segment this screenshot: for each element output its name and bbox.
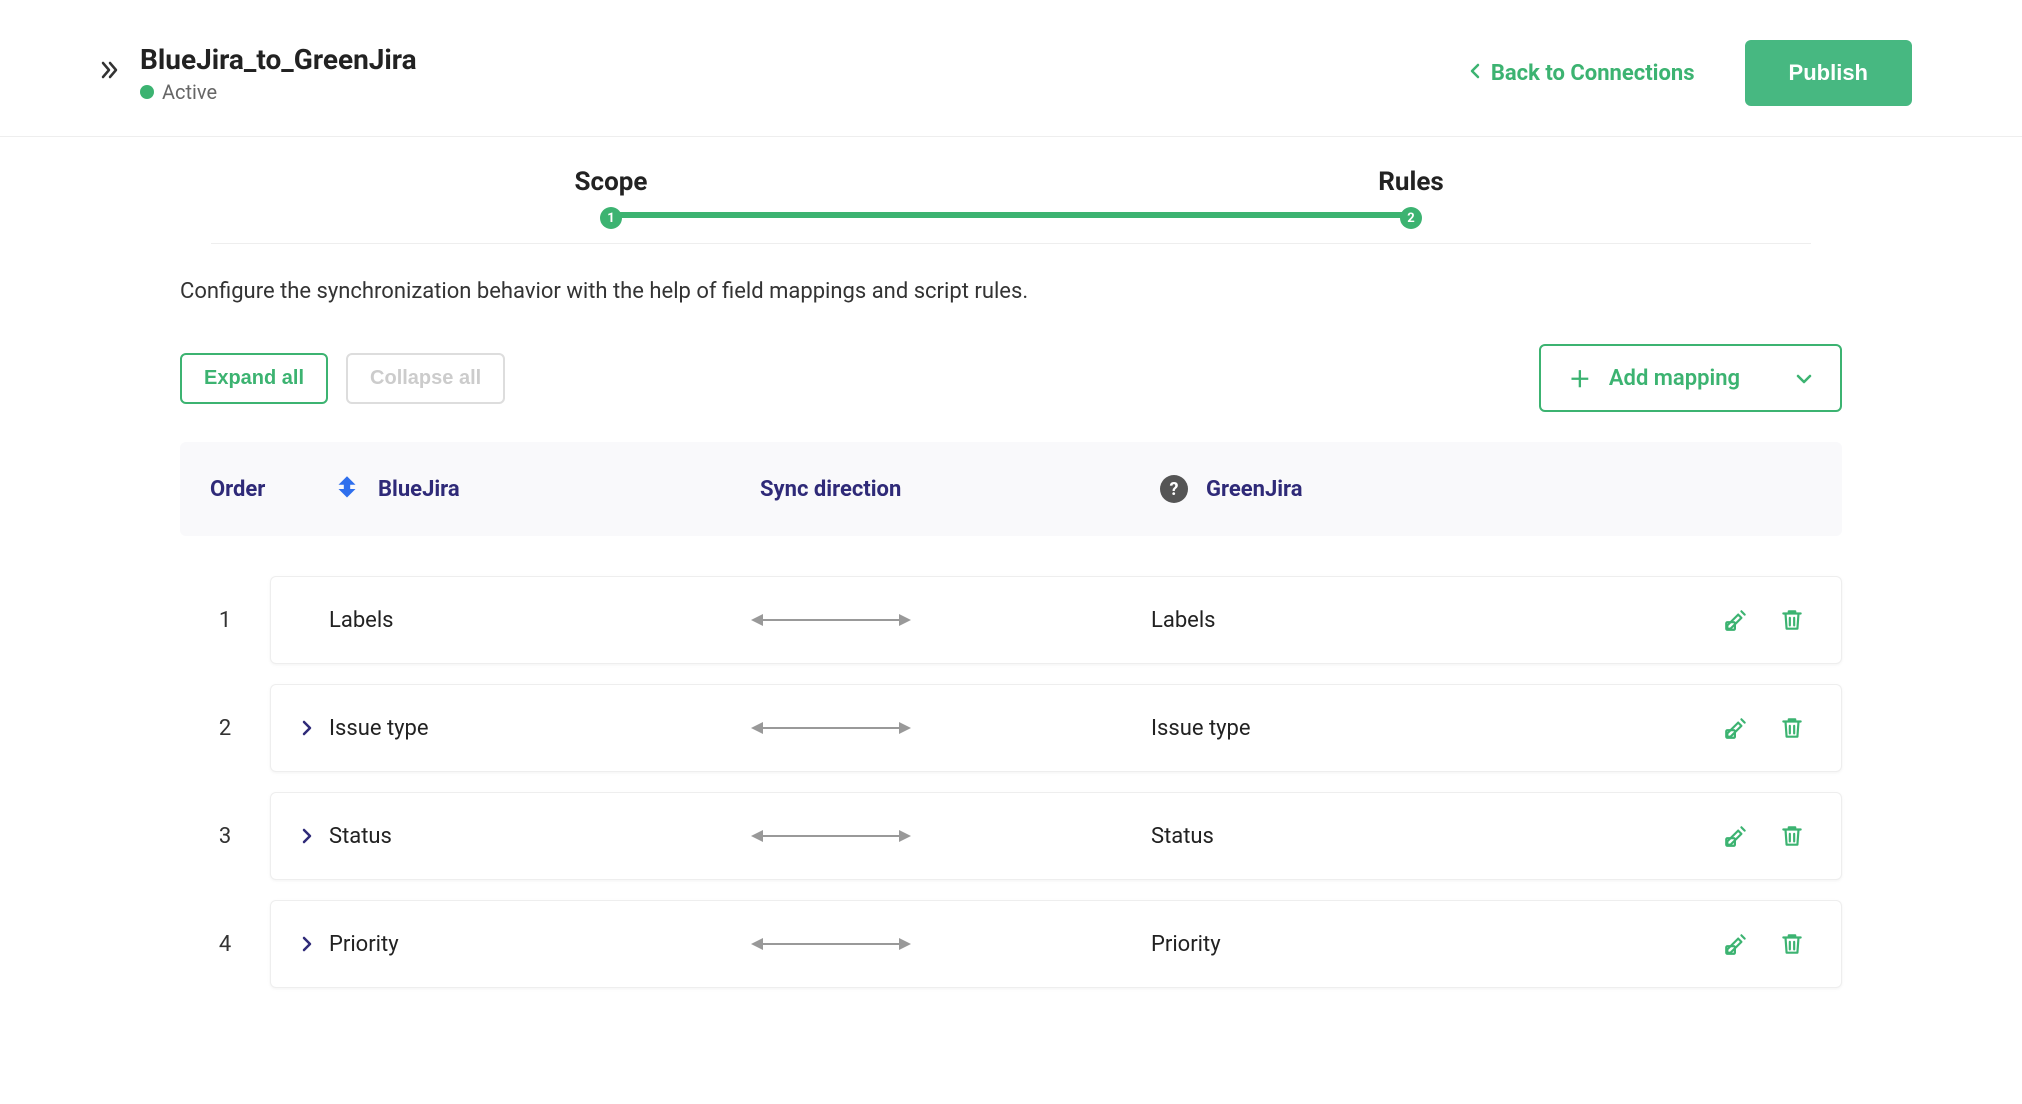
jira-bluejira-icon bbox=[330, 472, 364, 506]
connection-title: BlueJira_to_GreenJira bbox=[140, 43, 1469, 76]
mapping-row: 2 Issue type Issue type bbox=[180, 684, 1842, 772]
mapping-card: Labels Labels bbox=[270, 576, 1842, 664]
greenjira-field: Issue type bbox=[1151, 716, 1723, 741]
add-mapping-label: Add mapping bbox=[1609, 366, 1740, 391]
page-description: Configure the synchronization behavior w… bbox=[180, 279, 1842, 304]
collapse-all-button: Collapse all bbox=[346, 353, 505, 404]
column-sync-direction: Sync direction bbox=[760, 477, 1160, 502]
help-icon[interactable]: ? bbox=[1160, 475, 1188, 503]
expand-row-icon[interactable] bbox=[301, 720, 321, 736]
row-order: 2 bbox=[180, 716, 270, 741]
bidirectional-arrow-icon bbox=[751, 827, 911, 845]
row-order: 3 bbox=[180, 824, 270, 849]
bluejira-field: Labels bbox=[329, 608, 394, 633]
column-bluejira: BlueJira bbox=[378, 477, 460, 502]
greenjira-field: Labels bbox=[1151, 608, 1723, 633]
step-rules-number: 2 bbox=[1400, 207, 1422, 229]
edit-icon[interactable] bbox=[1723, 931, 1749, 957]
delete-icon[interactable] bbox=[1779, 931, 1805, 957]
chevron-left-icon bbox=[1469, 63, 1481, 84]
page-header: BlueJira_to_GreenJira Active Back to Con… bbox=[0, 0, 2022, 137]
mapping-row: 4 Priority Priority bbox=[180, 900, 1842, 988]
expand-row-icon[interactable] bbox=[301, 828, 321, 844]
add-mapping-button[interactable]: ＋ Add mapping bbox=[1539, 344, 1842, 412]
mapping-table-header: Order BlueJira Sync direction ? GreenJir… bbox=[180, 442, 1842, 536]
delete-icon[interactable] bbox=[1779, 715, 1805, 741]
edit-icon[interactable] bbox=[1723, 607, 1749, 633]
column-greenjira: GreenJira bbox=[1206, 477, 1303, 502]
back-to-connections-link[interactable]: Back to Connections bbox=[1469, 61, 1695, 86]
expand-all-button[interactable]: Expand all bbox=[180, 353, 328, 404]
bluejira-field: Status bbox=[329, 824, 392, 849]
back-link-label: Back to Connections bbox=[1491, 61, 1695, 86]
mapping-row: 1 Labels Labels bbox=[180, 576, 1842, 664]
mapping-list: 1 Labels Labels 2 Issue type bbox=[180, 576, 1842, 988]
mapping-card: Issue type Issue type bbox=[270, 684, 1842, 772]
publish-button[interactable]: Publish bbox=[1745, 40, 1912, 106]
plus-icon: ＋ bbox=[1569, 362, 1591, 394]
stepper: Scope 1 Rules 2 bbox=[211, 167, 1811, 244]
status-dot-icon bbox=[140, 85, 154, 99]
column-order: Order bbox=[210, 477, 330, 502]
chevron-down-icon bbox=[1796, 369, 1812, 388]
greenjira-field: Priority bbox=[1151, 932, 1723, 957]
mapping-card: Status Status bbox=[270, 792, 1842, 880]
step-rules-label: Rules bbox=[1378, 167, 1444, 197]
delete-icon[interactable] bbox=[1779, 607, 1805, 633]
expand-row-icon[interactable] bbox=[301, 936, 321, 952]
stepper-connector bbox=[611, 212, 1411, 218]
bidirectional-arrow-icon bbox=[751, 611, 911, 629]
step-scope-label: Scope bbox=[575, 167, 648, 197]
bluejira-field: Issue type bbox=[329, 716, 429, 741]
step-scope[interactable]: Scope 1 bbox=[211, 167, 1011, 229]
row-order: 1 bbox=[180, 608, 270, 633]
bidirectional-arrow-icon bbox=[751, 935, 911, 953]
status-text: Active bbox=[162, 80, 217, 104]
bluejira-field: Priority bbox=[329, 932, 399, 957]
edit-icon[interactable] bbox=[1723, 715, 1749, 741]
bidirectional-arrow-icon bbox=[751, 719, 911, 737]
expand-sidebar-icon[interactable] bbox=[100, 60, 120, 86]
mapping-row: 3 Status Status bbox=[180, 792, 1842, 880]
edit-icon[interactable] bbox=[1723, 823, 1749, 849]
step-rules[interactable]: Rules 2 bbox=[1011, 167, 1811, 229]
greenjira-field: Status bbox=[1151, 824, 1723, 849]
delete-icon[interactable] bbox=[1779, 823, 1805, 849]
row-order: 4 bbox=[180, 932, 270, 957]
step-scope-number: 1 bbox=[600, 207, 622, 229]
mapping-card: Priority Priority bbox=[270, 900, 1842, 988]
